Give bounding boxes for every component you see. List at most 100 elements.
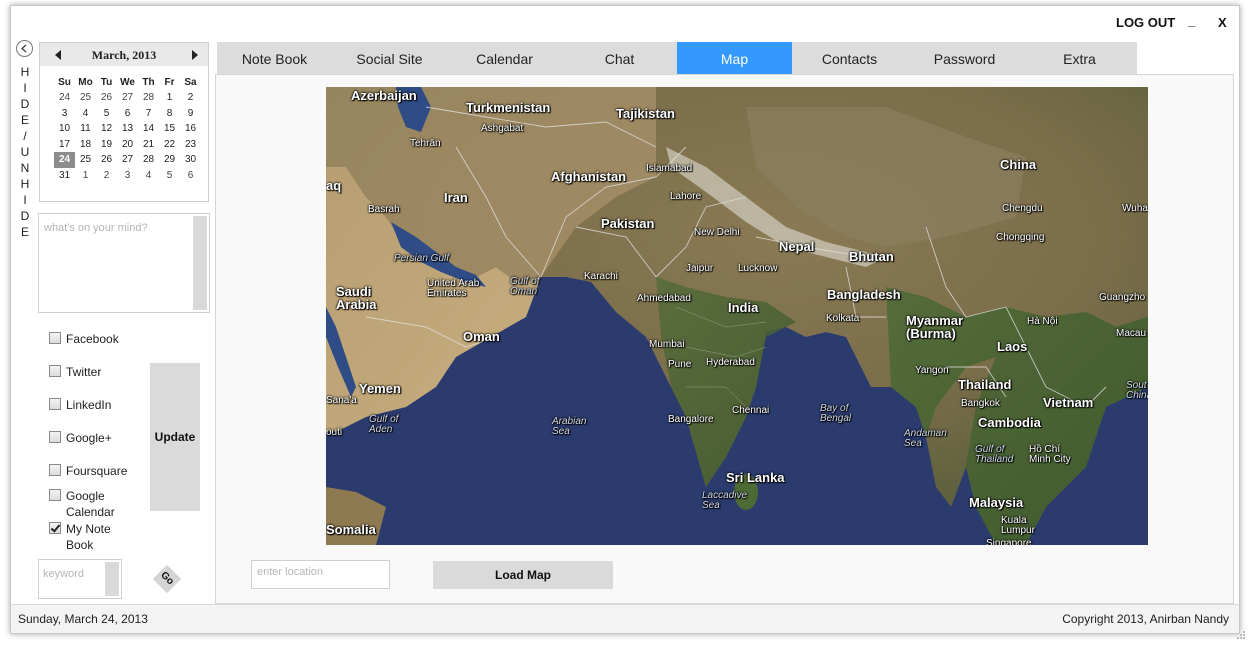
tab-calendar[interactable]: Calendar	[447, 42, 562, 74]
checkbox[interactable]	[49, 398, 61, 410]
map-label-gulfaden: Gulf of Aden	[369, 414, 399, 435]
keyword-placeholder: keyword	[43, 568, 84, 580]
map-label-ahmedabad: Ahmedabad	[637, 293, 691, 304]
calendar-day[interactable]: 5	[159, 168, 180, 184]
calendar-day[interactable]: 29	[159, 152, 180, 168]
hide-unhide-label[interactable]: H I D E / U N H I D E	[19, 64, 31, 240]
calendar-day[interactable]: 25	[75, 90, 96, 106]
calendar-day[interactable]: 4	[75, 106, 96, 122]
logout-button[interactable]: LOG OUT	[1116, 15, 1175, 30]
calendar-day[interactable]: 2	[96, 168, 117, 184]
calendar-day[interactable]: 28	[138, 90, 159, 106]
status-scrollbar[interactable]	[193, 216, 207, 310]
calendar-weekday: We	[120, 76, 135, 88]
calendar-day[interactable]: 3	[54, 106, 75, 122]
map-label-iran: Iran	[444, 190, 468, 205]
resize-grip-icon[interactable]	[1236, 630, 1246, 640]
calendar-day[interactable]: 27	[117, 90, 138, 106]
map-label-vietnam: Vietnam	[1043, 395, 1094, 410]
calendar-day[interactable]: 7	[138, 106, 159, 122]
checkbox[interactable]	[49, 489, 61, 501]
calendar-day[interactable]: 22	[159, 137, 180, 153]
calendar-day[interactable]: 6	[180, 168, 201, 184]
calendar-day[interactable]: 10	[54, 121, 75, 137]
close-button[interactable]: X	[1218, 15, 1227, 30]
calendar-day[interactable]: 24	[54, 152, 75, 168]
calendar-day[interactable]: 11	[75, 121, 96, 137]
map-label-nepal: Nepal	[779, 239, 815, 254]
map-label-southchina: Sout China	[1126, 380, 1148, 401]
tab-contacts[interactable]: Contacts	[792, 42, 907, 74]
calendar-day[interactable]: 27	[117, 152, 138, 168]
map-label-thailand: Thailand	[958, 377, 1012, 392]
map-label-bangalore: Bangalore	[668, 414, 714, 425]
map-label-tajikistan: Tajikistan	[616, 106, 676, 121]
tab-map[interactable]: Map	[677, 42, 792, 74]
calendar-day[interactable]: 13	[117, 121, 138, 137]
calendar-day[interactable]: 26	[96, 152, 117, 168]
status-input[interactable]: what's on your mind?	[38, 213, 210, 313]
map-label-iraq: aq	[326, 178, 342, 193]
map-label-saudi: Saudi Arabia	[336, 284, 377, 312]
checkbox-label: Google Calendar	[66, 489, 115, 519]
calendar-day[interactable]: 12	[96, 121, 117, 137]
hide-toggle-button[interactable]	[16, 40, 33, 57]
calendar-day[interactable]: 14	[138, 121, 159, 137]
tab-social-site[interactable]: Social Site	[332, 42, 447, 74]
calendar-day[interactable]: 15	[159, 121, 180, 137]
minimize-button[interactable]: _	[1188, 13, 1195, 28]
hide-unhide-letter: E	[20, 113, 29, 127]
calendar-day[interactable]: 3	[117, 168, 138, 184]
calendar-next-icon[interactable]	[192, 50, 198, 60]
calendar-day[interactable]: 9	[180, 106, 201, 122]
calendar-weekday: Mo	[78, 76, 93, 88]
tab-chat[interactable]: Chat	[562, 42, 677, 74]
calendar-day[interactable]: 1	[159, 90, 180, 106]
calendar-day[interactable]: 23	[180, 137, 201, 153]
map-label-tehran: Tehrān	[410, 138, 441, 149]
map-label-hanoi: Hà Nội	[1027, 316, 1058, 327]
calendar-day[interactable]: 6	[117, 106, 138, 122]
calendar-day[interactable]: 24	[54, 90, 75, 106]
calendar-day[interactable]: 8	[159, 106, 180, 122]
load-map-button[interactable]: Load Map	[433, 561, 613, 589]
calendar-day[interactable]: 20	[117, 137, 138, 153]
calendar-day[interactable]: 4	[138, 168, 159, 184]
keyword-input[interactable]: keyword	[38, 559, 122, 599]
map-label-uae: United Arab Emirates	[427, 278, 480, 299]
tab-password[interactable]: Password	[907, 42, 1022, 74]
calendar-day[interactable]: 28	[138, 152, 159, 168]
calendar-day[interactable]: 5	[96, 106, 117, 122]
calendar-day[interactable]: 31	[54, 168, 75, 184]
map-label-chongqing: Chongqing	[996, 232, 1045, 243]
calendar-day[interactable]: 2	[180, 90, 201, 106]
checkbox[interactable]	[49, 431, 61, 443]
checkbox[interactable]	[49, 522, 61, 534]
keyword-scrollbar[interactable]	[105, 562, 119, 596]
tab-note-book[interactable]: Note Book	[217, 42, 332, 74]
checkbox[interactable]	[49, 464, 61, 476]
map-label-laos: Laos	[997, 339, 1028, 354]
update-button[interactable]: Update	[150, 363, 200, 511]
location-input[interactable]: enter location	[251, 560, 390, 589]
map-label-singapore: Singapore	[986, 538, 1032, 546]
calendar-day[interactable]: 1	[75, 168, 96, 184]
calendar-day[interactable]: 26	[96, 90, 117, 106]
map-label-persiangulf: Persian Gulf	[394, 253, 450, 264]
calendar-day[interactable]: 17	[54, 137, 75, 153]
map-label-yangon: Yangon	[915, 365, 949, 376]
calendar-day[interactable]: 19	[96, 137, 117, 153]
checkbox[interactable]	[49, 332, 61, 344]
calendar-day[interactable]: 16	[180, 121, 201, 137]
tab-extra[interactable]: Extra	[1022, 42, 1137, 74]
calendar-day[interactable]: 18	[75, 137, 96, 153]
calendar-day[interactable]: 30	[180, 152, 201, 168]
map-view[interactable]: Azerbaijan Turkmenistan Ashgabat Tajikistan…	[326, 87, 1148, 545]
calendar-day[interactable]: 25	[75, 152, 96, 168]
checkbox-label: My Note Book	[66, 522, 111, 552]
calendar-weekday: Su	[58, 76, 71, 88]
checkbox[interactable]	[49, 365, 61, 377]
map-label-chengdu: Chengdu	[1002, 203, 1043, 214]
hide-unhide-letter: H	[20, 65, 30, 79]
calendar-day[interactable]: 21	[138, 137, 159, 153]
